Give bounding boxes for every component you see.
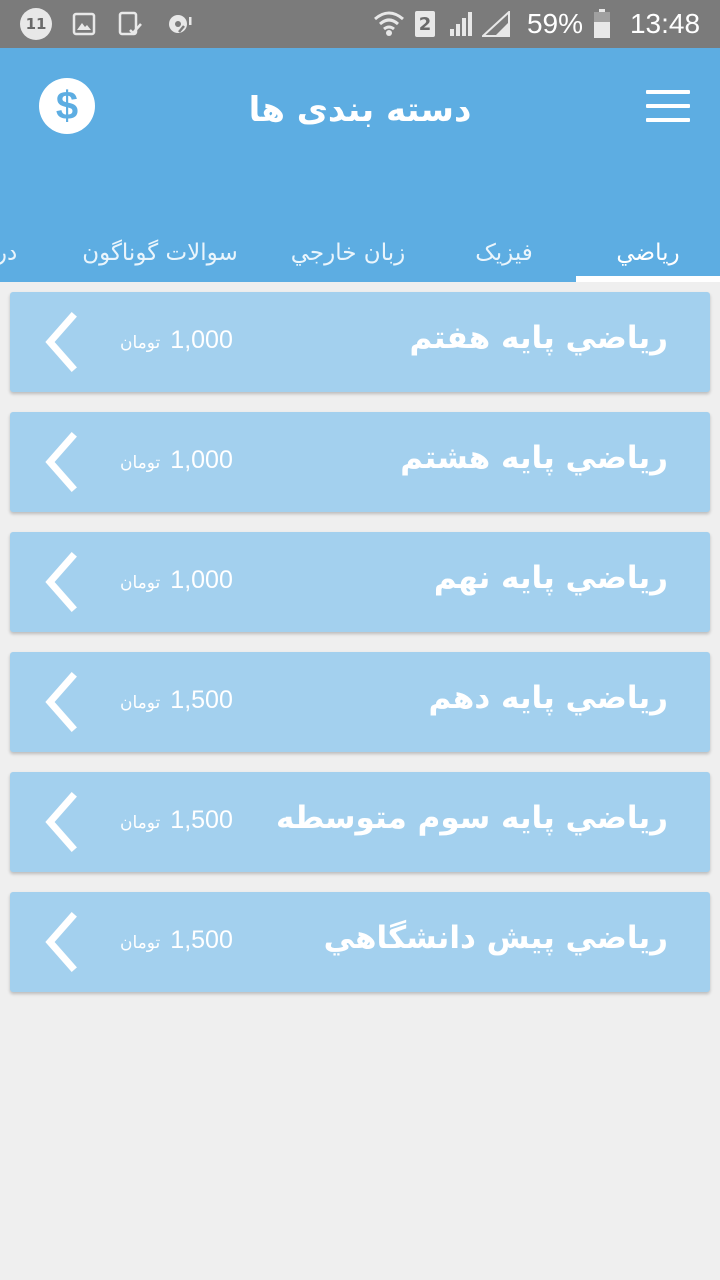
item-title: رياضي پايه هشتم [400,440,668,476]
price-unit: تومان [120,573,161,593]
gallery-icon [70,0,98,48]
price-amount: 1,000 [170,566,233,594]
sim-slot-number: 2 [415,11,435,37]
chevron-left-icon [45,912,77,972]
list-item[interactable]: رياضي پايه نهم 1,000 تومان [10,532,710,632]
list-item[interactable]: رياضي پايه هفتم 1,000 تومان [10,292,710,392]
price-amount: 1,000 [170,446,233,474]
chevron-left-icon [45,432,77,492]
price-unit: تومان [120,453,161,473]
item-price: 1,000 تومان [120,446,233,475]
battery-percent: 59% [526,8,584,39]
list-item[interactable]: رياضي پايه سوم متوسطه 1,500 تومان [10,772,710,872]
page-title: دسته بندی ها [248,90,472,130]
clock: 13:48 [629,8,701,39]
price-amount: 1,500 [170,806,233,834]
app-bar: دسته بندی ها $ رياضي فيزيک زبان خارجي سو… [0,48,720,282]
item-price: 1,000 تومان [120,326,233,355]
item-price: 1,000 تومان [120,566,233,595]
chevron-left-icon [45,792,77,852]
item-price: 1,500 تومان [120,806,233,835]
item-title: رياضي پيش دانشگاهي [323,920,668,956]
notification-count-icon: 11 [20,0,52,48]
price-unit: تومان [120,693,161,713]
status-bar: 11 2 59% 13:48 [0,0,720,48]
tab-dars[interactable]: درو [0,240,32,284]
price-unit: تومان [120,813,161,833]
tab-zaban-khareji[interactable]: زبان خارجي [276,240,420,284]
device-icon [116,0,144,48]
price-unit: تومان [120,933,161,953]
price-amount: 1,500 [170,686,233,714]
list-item[interactable]: رياضي پيش دانشگاهي 1,500 تومان [10,892,710,992]
list-item[interactable]: رياضي پايه دهم 1,500 تومان [10,652,710,752]
item-title: رياضي پايه هفتم [409,320,668,356]
tab-fizik[interactable]: فيزيک [452,240,556,284]
cast-icon [164,0,194,48]
chevron-left-icon [45,552,77,612]
notification-count: 11 [20,8,52,40]
item-title: رياضي پايه دهم [428,680,668,716]
battery-icon [592,0,612,48]
item-price: 1,500 تومان [120,686,233,715]
list-item[interactable]: رياضي پايه هشتم 1,000 تومان [10,412,710,512]
wifi-icon [372,0,406,48]
signal-icon [448,0,476,48]
tab-soalat-gunagun[interactable]: سوالات گوناگون [70,240,250,284]
price-unit: تومان [120,333,161,353]
dollar-coin-icon[interactable]: $ [39,78,95,134]
price-amount: 1,000 [170,326,233,354]
tab-selected-indicator [576,276,720,282]
signal-secondary-icon [480,0,512,48]
chevron-left-icon [45,312,77,372]
chevron-left-icon [45,672,77,732]
sim-icon: 2 [414,0,436,48]
item-title: رياضي پايه سوم متوسطه [276,800,668,836]
hamburger-menu-icon[interactable] [646,90,690,124]
price-amount: 1,500 [170,926,233,954]
item-title: رياضي پايه نهم [433,560,668,596]
item-price: 1,500 تومان [120,926,233,955]
